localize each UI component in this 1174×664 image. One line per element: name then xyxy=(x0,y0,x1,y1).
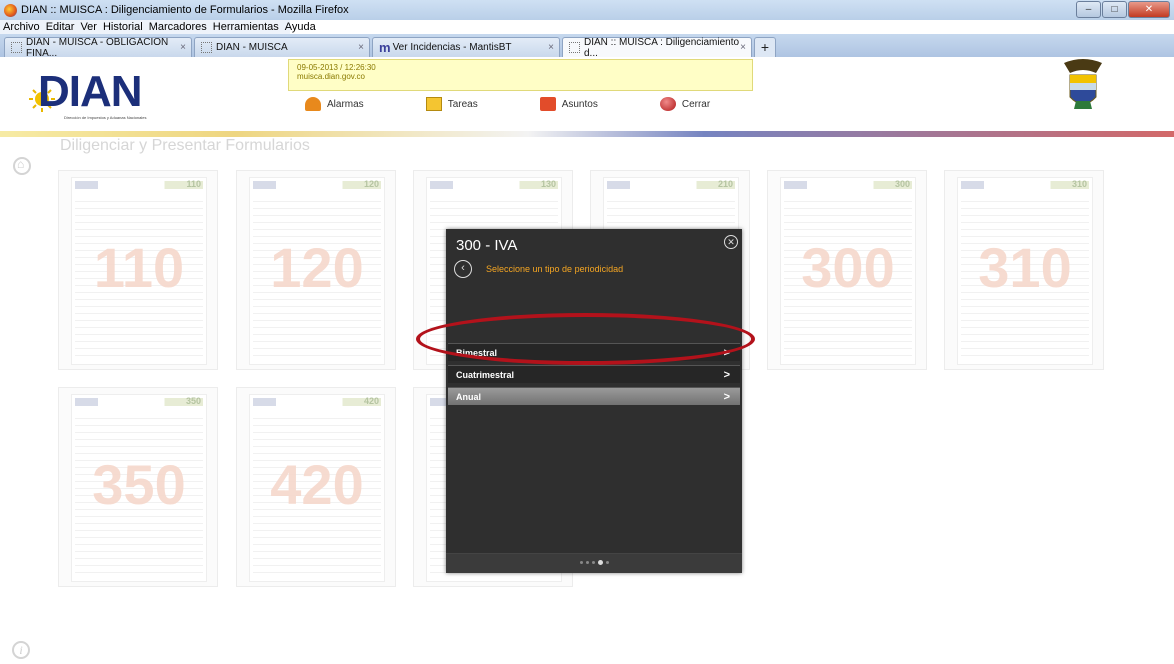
session-datetime: 09-05-2013 / 12:26:30 xyxy=(297,63,376,72)
menu-bar: Archivo Editar Ver Historial Marcadores … xyxy=(0,20,316,34)
tab-label: Ver Incidencias - MantisBT xyxy=(392,42,512,53)
window-title: DIAN :: MUISCA : Diligenciamiento de For… xyxy=(21,4,349,16)
page-dot[interactable] xyxy=(586,561,589,564)
window-controls: – □ ✕ xyxy=(1075,1,1170,18)
chevron-right-icon: > xyxy=(723,347,730,359)
tab-close-icon[interactable]: × xyxy=(180,42,186,53)
dialog-footer xyxy=(446,553,742,573)
form-card-350[interactable]: 350 350 xyxy=(58,387,218,587)
firefox-icon xyxy=(4,3,17,17)
page-dot[interactable] xyxy=(580,561,583,564)
menu-archivo[interactable]: Archivo xyxy=(0,20,43,34)
form-card-300[interactable]: 300 300 xyxy=(767,170,927,370)
form-code-tag: 420 xyxy=(363,396,379,406)
mantis-icon: m xyxy=(379,40,391,55)
option-label: Cuatrimestral xyxy=(456,370,515,380)
chevron-right-icon: > xyxy=(723,369,730,381)
folder-icon xyxy=(539,97,556,111)
periodicity-dialog: 300 - IVA ✕ ‹ Seleccione un tipo de peri… xyxy=(446,229,742,573)
window-titlebar: DIAN :: MUISCA : Diligenciamiento de For… xyxy=(0,0,1174,20)
form-code-tag: 120 xyxy=(363,179,379,189)
nav-tasks[interactable]: Tareas xyxy=(425,97,478,111)
tab-obligacion[interactable]: DIAN - MUISCA - OBLIGACION FINA... × xyxy=(4,36,192,59)
tab-bar: DIAN - MUISCA - OBLIGACION FINA... × DIA… xyxy=(0,34,1174,59)
top-nav: Alarmas Tareas Asuntos Cerrar xyxy=(305,97,772,111)
tab-close-icon[interactable]: × xyxy=(548,42,554,53)
menu-herramientas[interactable]: Herramientas xyxy=(210,20,282,34)
new-tab-button[interactable]: + xyxy=(754,37,776,57)
nav-close[interactable]: Cerrar xyxy=(659,97,711,111)
power-icon xyxy=(659,97,676,111)
form-card-310[interactable]: 310 310 xyxy=(944,170,1104,370)
page-dot-active[interactable] xyxy=(598,560,603,565)
form-code: 300 xyxy=(801,236,895,299)
nav-matters[interactable]: Asuntos xyxy=(539,97,598,111)
form-code-tag: 110 xyxy=(186,179,201,189)
nav-matters-label: Asuntos xyxy=(561,98,598,110)
bell-icon xyxy=(305,97,321,111)
page-icon xyxy=(569,42,580,53)
dialog-title: 300 - IVA xyxy=(456,237,518,254)
menu-marcadores[interactable]: Marcadores xyxy=(146,20,210,34)
tab-label: DIAN :: MUISCA : Diligenciamiento d... xyxy=(584,36,740,59)
page-content: DIAN Dirección de Impuestos y Aduanas Na… xyxy=(0,57,1174,664)
maximize-button[interactable]: □ xyxy=(1102,1,1127,18)
form-code-tag: 210 xyxy=(717,179,733,189)
nav-close-label: Cerrar xyxy=(681,98,711,110)
menu-ayuda[interactable]: Ayuda xyxy=(282,20,319,34)
dian-logo: DIAN Dirección de Impuestos y Aduanas Na… xyxy=(28,63,168,123)
tab-close-icon[interactable]: × xyxy=(740,42,746,53)
minimize-button[interactable]: – xyxy=(1076,1,1101,18)
form-code-tag: 130 xyxy=(540,179,556,189)
page-icon xyxy=(11,42,22,53)
option-bimestral[interactable]: Bimestral > xyxy=(448,343,740,361)
form-code: 120 xyxy=(270,236,364,299)
form-code: 350 xyxy=(92,453,186,516)
form-code-tag: 300 xyxy=(894,179,910,189)
menu-ver[interactable]: Ver xyxy=(77,20,100,34)
tasks-icon xyxy=(425,97,442,111)
dian-logo-text: DIAN xyxy=(38,67,143,116)
form-code: 310 xyxy=(978,236,1072,299)
close-circle-icon[interactable]: ✕ xyxy=(724,235,738,249)
tab-label: DIAN - MUISCA - OBLIGACION FINA... xyxy=(26,36,169,59)
tab-mantis[interactable]: m Ver Incidencias - MantisBT × xyxy=(372,37,560,57)
dialog-subheader: ‹ Seleccione un tipo de periodicidad xyxy=(454,260,623,278)
menu-editar[interactable]: Editar xyxy=(43,20,78,34)
dian-logo-subtitle: Dirección de Impuestos y Aduanas Naciona… xyxy=(64,115,147,120)
form-card-120[interactable]: 120 120 xyxy=(236,170,396,370)
page-dot[interactable] xyxy=(606,561,609,564)
nav-tasks-label: Tareas xyxy=(447,98,478,110)
dialog-prompt: Seleccione un tipo de periodicidad xyxy=(486,264,624,274)
page-icon xyxy=(201,42,212,53)
form-code-tag: 350 xyxy=(185,396,201,406)
page-dot[interactable] xyxy=(592,561,595,564)
tab-label: DIAN - MUISCA xyxy=(216,42,288,53)
page-indicator xyxy=(580,560,612,565)
form-code-tag: 310 xyxy=(1071,179,1087,189)
nav-alarms[interactable]: Alarmas xyxy=(305,97,364,111)
form-code: 110 xyxy=(93,236,185,299)
option-cuatrimestral[interactable]: Cuatrimestral > xyxy=(448,365,740,383)
section-title: Diligenciar y Presentar Formularios xyxy=(60,137,310,154)
home-icon[interactable] xyxy=(13,157,31,175)
info-icon[interactable]: i xyxy=(12,641,30,659)
session-info: 09-05-2013 / 12:26:30 muisca.dian.gov.co xyxy=(288,59,753,91)
chevron-right-icon: > xyxy=(723,391,730,403)
form-code: 420 xyxy=(270,453,364,516)
option-anual[interactable]: Anual > xyxy=(448,387,740,405)
option-label: Anual xyxy=(456,392,482,402)
menu-historial[interactable]: Historial xyxy=(100,20,146,34)
form-card-110[interactable]: 110 110 xyxy=(58,170,218,370)
tab-diligenciamiento[interactable]: DIAN :: MUISCA : Diligenciamiento d... × xyxy=(562,36,752,59)
close-window-button[interactable]: ✕ xyxy=(1128,1,1170,18)
colombia-shield-icon xyxy=(1064,59,1102,109)
nav-alarms-label: Alarmas xyxy=(327,98,364,110)
session-host: muisca.dian.gov.co xyxy=(297,72,365,81)
tab-close-icon[interactable]: × xyxy=(358,42,364,53)
back-arrow-icon[interactable]: ‹ xyxy=(454,260,472,278)
option-label: Bimestral xyxy=(456,348,498,358)
form-card-420[interactable]: 420 420 xyxy=(236,387,396,587)
tab-muisca[interactable]: DIAN - MUISCA × xyxy=(194,37,370,57)
